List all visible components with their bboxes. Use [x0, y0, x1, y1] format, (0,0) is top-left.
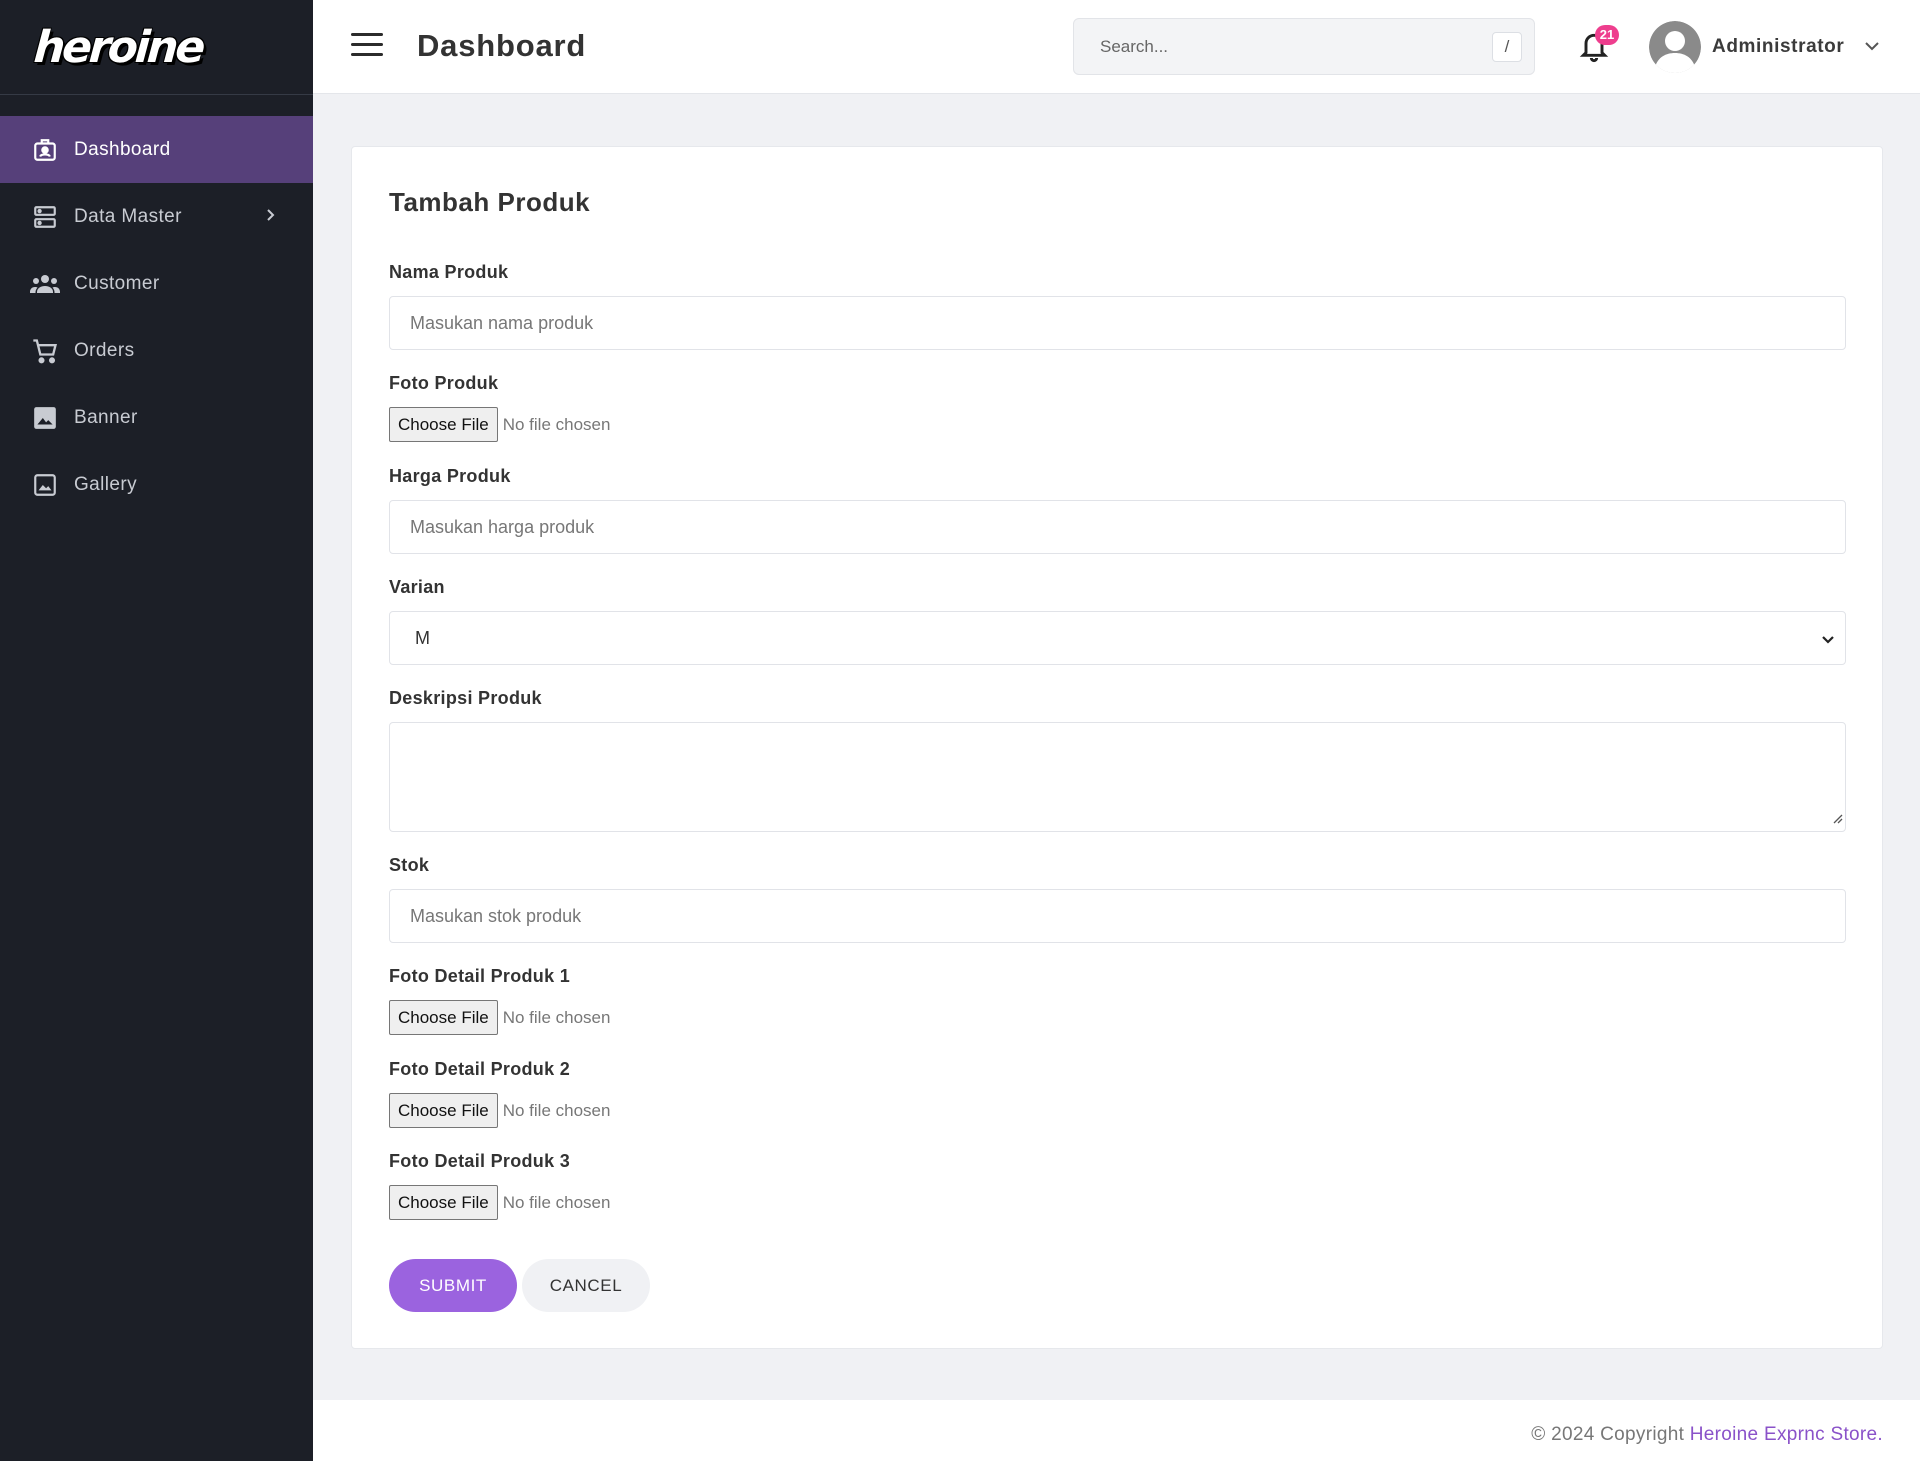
- stok-input[interactable]: [389, 889, 1846, 943]
- foto-detail-1-file-input: Choose File No file chosen: [389, 1000, 610, 1035]
- harga-produk-input[interactable]: [389, 500, 1846, 554]
- deskripsi-produk-textarea[interactable]: [389, 722, 1846, 832]
- foto-detail-3-file-input: Choose File No file chosen: [389, 1185, 610, 1220]
- add-product-card: Tambah Produk Nama Produk Foto Produk Ch…: [351, 146, 1883, 1349]
- file-status: No file chosen: [502, 1007, 611, 1027]
- search-shortcut-key: /: [1492, 32, 1522, 62]
- foto-produk-label: Foto Produk: [389, 373, 499, 393]
- choose-file-button[interactable]: Choose File: [389, 1000, 498, 1035]
- sidebar-item-label: Customer: [74, 272, 160, 294]
- avatar-icon: [1649, 21, 1701, 73]
- cancel-button[interactable]: CANCEL: [522, 1259, 650, 1312]
- notification-badge: 21: [1595, 25, 1619, 45]
- sidebar-item-orders[interactable]: Orders: [0, 317, 313, 384]
- picture-frame-icon: [30, 470, 60, 500]
- search-input[interactable]: [1074, 19, 1474, 74]
- sidebar-nav: Dashboard Data Master Customer Orders Ba…: [0, 116, 313, 518]
- contact-card-icon: [30, 135, 60, 165]
- varian-label: Varian: [389, 577, 445, 597]
- foto-produk-file-input: Choose File No file chosen: [389, 407, 610, 442]
- deskripsi-produk-label: Deskripsi Produk: [389, 688, 542, 708]
- sidebar-item-data-master[interactable]: Data Master: [0, 183, 313, 250]
- foto-detail-3-label: Foto Detail Produk 3: [389, 1151, 571, 1171]
- logo-area: heroine: [0, 0, 313, 95]
- varian-selected-value: M: [415, 627, 430, 648]
- topbar: Dashboard / 21 Administrator: [313, 0, 1920, 94]
- sidebar-item-label: Data Master: [74, 205, 182, 227]
- cart-icon: [30, 336, 60, 366]
- chevron-right-icon: [265, 206, 277, 228]
- server-icon: [30, 202, 60, 232]
- chevron-down-icon: [1821, 631, 1835, 652]
- sidebar-item-label: Dashboard: [74, 138, 171, 160]
- nama-produk-label: Nama Produk: [389, 262, 509, 282]
- sidebar-item-label: Orders: [74, 339, 135, 361]
- copyright-text: © 2024 Copyright: [1531, 1424, 1690, 1445]
- choose-file-button[interactable]: Choose File: [389, 1185, 498, 1220]
- menu-toggle-icon[interactable]: [351, 33, 383, 59]
- store-link[interactable]: Heroine Exprnc Store.: [1690, 1424, 1883, 1445]
- sidebar-item-customer[interactable]: Customer: [0, 250, 313, 317]
- sidebar-item-gallery[interactable]: Gallery: [0, 451, 313, 518]
- sidebar-item-banner[interactable]: Banner: [0, 384, 313, 451]
- foto-detail-2-label: Foto Detail Produk 2: [389, 1059, 571, 1079]
- varian-select[interactable]: M: [389, 611, 1846, 665]
- user-name: Administrator: [1712, 36, 1845, 57]
- harga-produk-label: Harga Produk: [389, 466, 511, 486]
- submit-button[interactable]: SUBMIT: [389, 1259, 517, 1312]
- file-status: No file chosen: [502, 414, 611, 434]
- image-icon: [30, 403, 60, 433]
- sidebar: heroine Dashboard Data Master Customer O…: [0, 0, 313, 1461]
- choose-file-button[interactable]: Choose File: [389, 407, 498, 442]
- footer: © 2024 Copyright Heroine Exprnc Store.: [313, 1400, 1920, 1461]
- form-title: Tambah Produk: [389, 187, 591, 217]
- search-box: /: [1073, 18, 1535, 75]
- people-icon: [30, 269, 60, 299]
- nama-produk-input[interactable]: [389, 296, 1846, 350]
- page-title: Dashboard: [417, 28, 587, 63]
- foto-detail-2-file-input: Choose File No file chosen: [389, 1093, 610, 1128]
- chevron-down-icon: [1864, 38, 1880, 56]
- file-status: No file chosen: [502, 1100, 611, 1120]
- choose-file-button[interactable]: Choose File: [389, 1093, 498, 1128]
- file-status: No file chosen: [502, 1192, 611, 1212]
- resize-handle-icon[interactable]: [1831, 811, 1843, 829]
- stok-label: Stok: [389, 855, 430, 875]
- sidebar-item-label: Banner: [74, 406, 138, 428]
- sidebar-item-dashboard[interactable]: Dashboard: [0, 116, 313, 183]
- user-menu[interactable]: Administrator: [1649, 20, 1880, 74]
- foto-detail-1-label: Foto Detail Produk 1: [389, 966, 571, 986]
- sidebar-item-label: Gallery: [74, 473, 137, 495]
- brand-logo[interactable]: heroine: [32, 22, 204, 73]
- footer-text: © 2024 Copyright Heroine Exprnc Store.: [1531, 1424, 1883, 1446]
